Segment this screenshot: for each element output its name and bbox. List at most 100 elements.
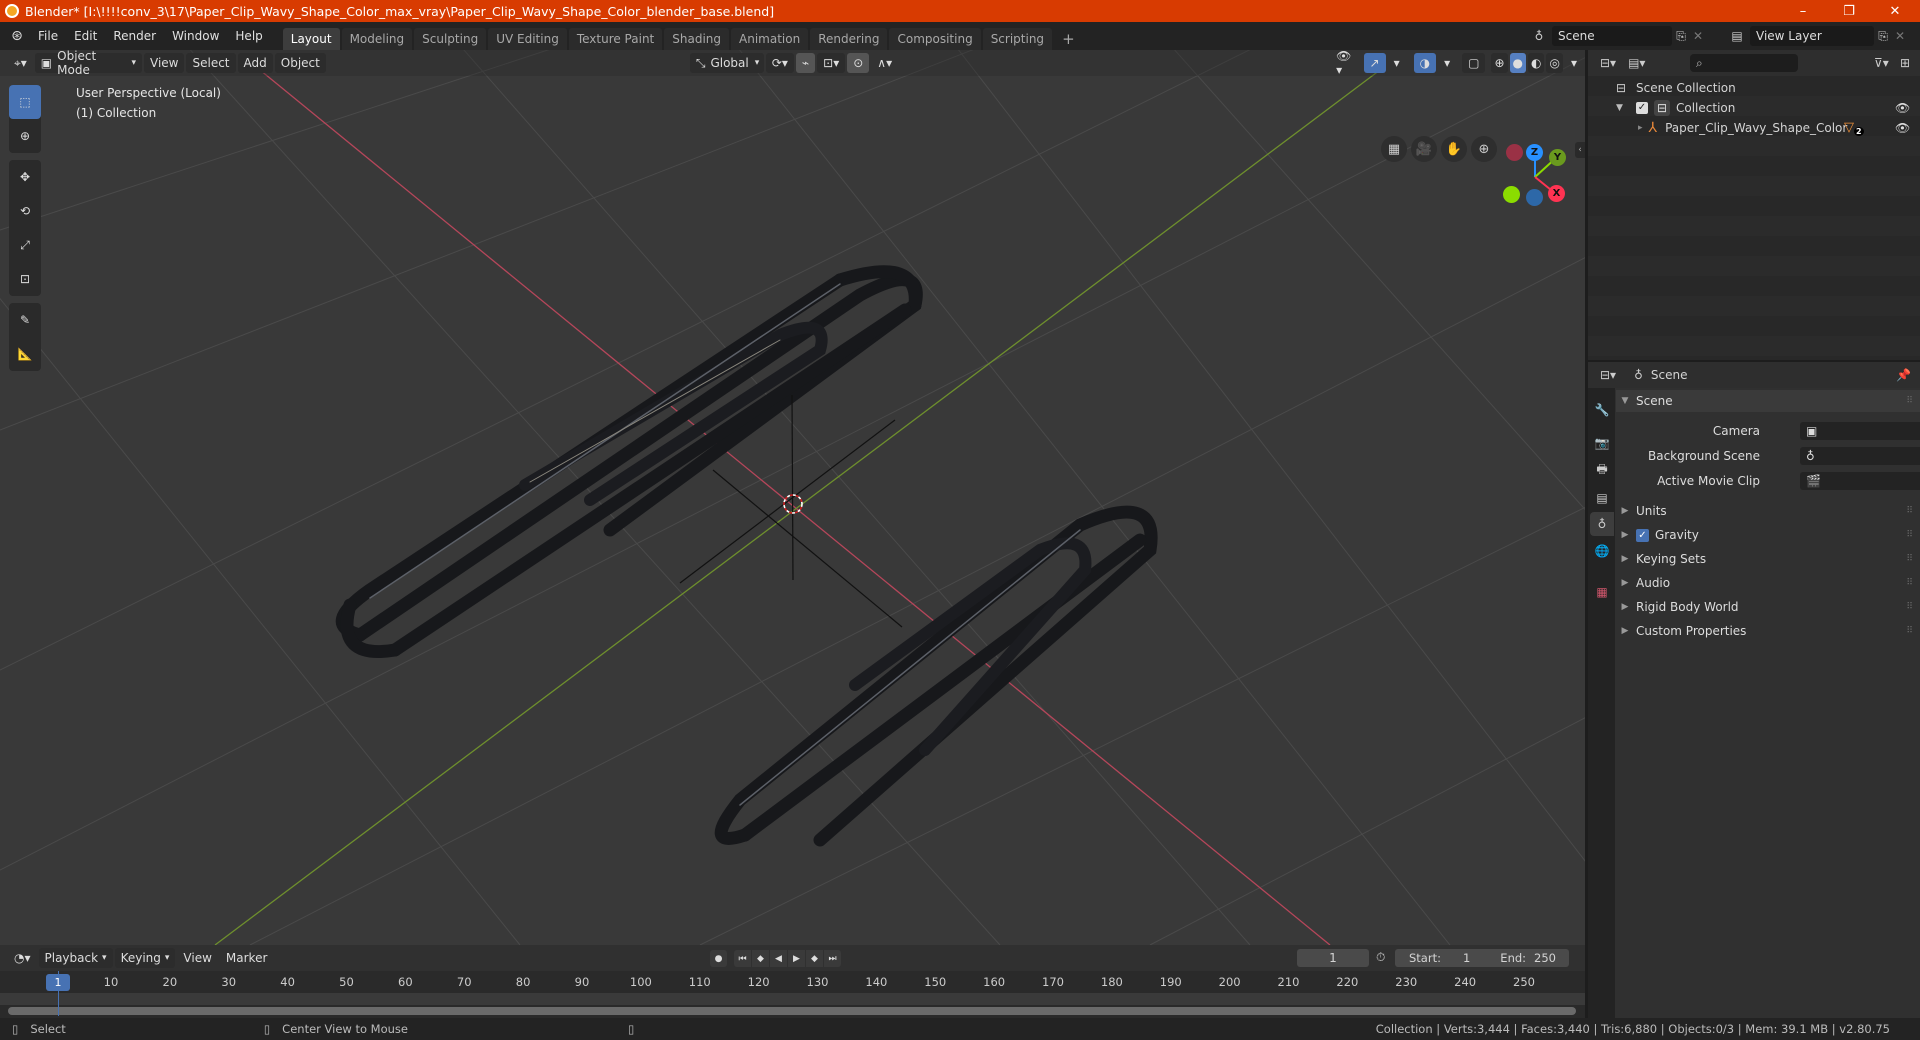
tab-layout[interactable]: Layout bbox=[282, 28, 340, 50]
drag-handle-icon[interactable]: ⠿ bbox=[1906, 554, 1913, 564]
filter-dropdown-icon[interactable]: ⊽▾ bbox=[1874, 56, 1889, 70]
tool-tab-icon[interactable]: 🔧 bbox=[1590, 398, 1614, 422]
drag-handle-icon[interactable]: ⠿ bbox=[1906, 530, 1913, 540]
scene-tab-icon[interactable]: ♁ bbox=[1590, 512, 1614, 536]
playback-dropdown[interactable]: Playback ▾ bbox=[38, 948, 113, 968]
paperclip-object-2[interactable] bbox=[714, 505, 1158, 847]
keyframe-track[interactable] bbox=[0, 993, 1585, 1005]
new-view-layer-icon[interactable]: ⎘ bbox=[1874, 29, 1892, 44]
object-visibility-dropdown[interactable]: 👁▾ bbox=[1330, 50, 1361, 77]
add-menu[interactable]: Add bbox=[237, 53, 273, 73]
menu-window[interactable]: Window bbox=[164, 29, 227, 43]
timeline-scrollbar[interactable] bbox=[8, 1007, 1576, 1015]
frame-ruler[interactable]: 10 20 30 40 50 60 70 80 90 100 110 120 130 140 150 160 1… bbox=[0, 971, 1585, 993]
outliner-search-input[interactable]: ⌕ bbox=[1690, 54, 1798, 72]
gizmo-neg-x-icon[interactable] bbox=[1506, 144, 1523, 161]
panel-audio[interactable]: ▶ Audio ⠿ bbox=[1618, 572, 1918, 594]
menu-edit[interactable]: Edit bbox=[66, 29, 105, 43]
gizmo-neg-y-icon[interactable] bbox=[1503, 186, 1520, 203]
drag-handle-icon[interactable]: ⠿ bbox=[1906, 602, 1913, 612]
keying-dropdown[interactable]: Keying ▾ bbox=[114, 948, 176, 968]
pivot-point-dropdown[interactable]: ⟳▾ bbox=[765, 53, 794, 73]
tab-uv-editing[interactable]: UV Editing bbox=[488, 28, 567, 50]
camera-view-icon[interactable]: 🎥 bbox=[1411, 136, 1437, 162]
panel-rigid-body-world[interactable]: ▶ Rigid Body World ⠿ bbox=[1618, 596, 1918, 618]
outliner-editor-type-icon[interactable]: ⊟▾ bbox=[1600, 56, 1616, 70]
close-button[interactable]: ✕ bbox=[1872, 0, 1918, 22]
render-tab-icon[interactable]: 📷 bbox=[1590, 431, 1614, 455]
paperclip-object-1[interactable] bbox=[335, 265, 923, 658]
gizmo-x-axis-icon[interactable]: X bbox=[1548, 185, 1565, 202]
solid-shading-icon[interactable]: ● bbox=[1509, 53, 1526, 73]
view-layer-icon[interactable]: ▤ bbox=[1724, 29, 1750, 43]
expand-triangle-icon[interactable]: ▸ bbox=[1638, 123, 1643, 133]
drag-handle-icon[interactable]: ⠿ bbox=[1906, 506, 1913, 516]
new-collection-icon[interactable]: ⊞ bbox=[1900, 56, 1910, 70]
maximize-button[interactable]: ❐ bbox=[1826, 0, 1872, 22]
panel-gravity[interactable]: ▶ ✓ Gravity ⠿ bbox=[1618, 524, 1918, 546]
overlays-dropdown[interactable]: ▾ bbox=[1438, 53, 1456, 73]
play-reverse-icon[interactable]: ◀ bbox=[770, 950, 787, 967]
material-shading-icon[interactable]: ◐ bbox=[1528, 53, 1545, 73]
object-mode-dropdown[interactable]: ▣ Object Mode ▾ bbox=[34, 50, 142, 77]
annotate-tool-icon[interactable]: ✎ bbox=[9, 303, 41, 337]
new-scene-icon[interactable]: ⎘ bbox=[1672, 29, 1690, 44]
shading-dropdown[interactable]: ▾ bbox=[1565, 53, 1583, 73]
expand-triangle-icon[interactable]: ▼ bbox=[1616, 103, 1628, 113]
select-menu[interactable]: Select bbox=[186, 53, 236, 73]
gravity-checkbox[interactable]: ✓ bbox=[1636, 528, 1649, 542]
tab-scripting[interactable]: Scripting bbox=[982, 28, 1053, 50]
next-keyframe-icon[interactable]: ◆ bbox=[806, 950, 823, 967]
select-box-tool-icon[interactable]: ⬚ bbox=[9, 85, 41, 119]
gizmo-y-axis-icon[interactable]: Y bbox=[1549, 149, 1566, 166]
move-tool-icon[interactable]: ✥ bbox=[9, 160, 41, 194]
start-frame-field[interactable]: 1 bbox=[1463, 951, 1470, 965]
3d-viewport[interactable]: ⌖▾ ▣ Object Mode ▾ View Select Add Objec… bbox=[0, 50, 1585, 945]
tab-rendering[interactable]: Rendering bbox=[810, 28, 888, 50]
properties-editor-type-icon[interactable]: ⊟▾ bbox=[1600, 368, 1616, 382]
proportional-edit-icon[interactable]: ⊙ bbox=[847, 53, 870, 73]
falloff-dropdown[interactable]: ∧▾ bbox=[871, 53, 898, 73]
prev-keyframe-icon[interactable]: ◆ bbox=[752, 950, 769, 967]
mesh-data-icon[interactable]: ▽ 2 bbox=[1844, 120, 1864, 137]
stopwatch-icon[interactable]: ⏱ bbox=[1376, 950, 1385, 965]
tab-shading[interactable]: Shading bbox=[664, 28, 729, 50]
tab-animation[interactable]: Animation bbox=[731, 28, 809, 50]
view-layer-field[interactable]: View Layer bbox=[1750, 26, 1874, 46]
rendered-shading-icon[interactable]: ◎ bbox=[1546, 53, 1563, 73]
overlays-toggle-icon[interactable]: ◑ bbox=[1413, 53, 1437, 73]
display-mode-dropdown[interactable]: ▤▾ bbox=[1628, 56, 1645, 70]
rotate-tool-icon[interactable]: ⟲ bbox=[9, 194, 41, 228]
visibility-eye-icon[interactable]: 👁 bbox=[1895, 101, 1910, 115]
output-tab-icon[interactable]: 🖶 bbox=[1590, 458, 1614, 482]
drag-handle-icon[interactable]: ⠿ bbox=[1906, 396, 1913, 406]
orientation-dropdown[interactable]: ⤡ Global ▾ bbox=[689, 53, 764, 73]
gizmo-dropdown[interactable]: ▾ bbox=[1388, 53, 1406, 73]
scale-tool-icon[interactable]: ⤢ bbox=[9, 228, 41, 262]
measure-tool-icon[interactable]: 📐 bbox=[9, 337, 41, 371]
menu-render[interactable]: Render bbox=[105, 29, 164, 43]
jump-start-icon[interactable]: ⏮ bbox=[734, 950, 751, 967]
blender-menu-icon[interactable]: ⊛ bbox=[4, 28, 30, 44]
current-frame-field[interactable]: 1 bbox=[1297, 949, 1369, 967]
record-button-icon[interactable]: ● bbox=[710, 950, 727, 967]
exclude-checkbox[interactable]: ✓ bbox=[1636, 102, 1648, 114]
tab-compositing[interactable]: Compositing bbox=[889, 28, 981, 50]
drag-handle-icon[interactable]: ⠿ bbox=[1906, 578, 1913, 588]
end-frame-field[interactable]: 250 bbox=[1534, 951, 1556, 965]
editor-type-icon[interactable]: ⌖▾ bbox=[8, 53, 33, 73]
snap-target-dropdown[interactable]: ⊡▾ bbox=[817, 53, 846, 73]
tab-modeling[interactable]: Modeling bbox=[341, 28, 413, 50]
background-scene-field[interactable]: ♁ bbox=[1800, 447, 1920, 465]
object-menu[interactable]: Object bbox=[274, 53, 326, 73]
marker-menu[interactable]: Marker bbox=[220, 948, 273, 968]
visibility-eye-icon[interactable]: 👁 bbox=[1895, 121, 1910, 135]
scene-icon[interactable]: ♁ bbox=[1526, 29, 1552, 43]
zoom-view-icon[interactable]: ⊕ bbox=[1471, 136, 1497, 162]
sidebar-toggle-icon[interactable]: ‹ bbox=[1575, 142, 1585, 158]
active-movie-clip-field[interactable]: 🎬 bbox=[1800, 472, 1920, 490]
scene-panel-title[interactable]: ▼ Scene ⠿ bbox=[1618, 390, 1918, 412]
panel-units[interactable]: ▶ Units ⠿ bbox=[1618, 500, 1918, 522]
panel-custom-properties[interactable]: ▶ Custom Properties ⠿ bbox=[1618, 620, 1918, 642]
play-icon[interactable]: ▶ bbox=[788, 950, 805, 967]
